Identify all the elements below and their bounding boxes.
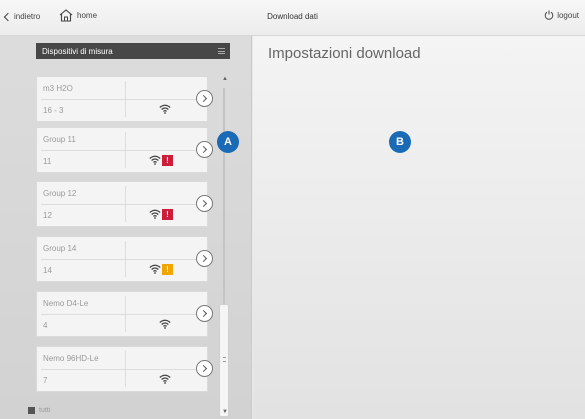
open-device-button[interactable]: [196, 305, 213, 322]
chevron-right-icon: [199, 364, 208, 373]
card-divider: [41, 204, 203, 205]
card-divider: [125, 132, 126, 168]
open-device-button[interactable]: [196, 90, 213, 107]
legend-label: tutti: [39, 407, 51, 414]
grip-icon: [223, 357, 226, 362]
scroll-down-icon[interactable]: ▼: [222, 409, 228, 415]
device-card[interactable]: Nemo D4-Le 4: [36, 291, 213, 337]
device-id: 14: [43, 266, 52, 275]
logout-label: logout: [557, 10, 579, 20]
device-id: 16 - 3: [43, 106, 64, 115]
card-divider: [41, 99, 203, 100]
card-divider: [41, 150, 203, 151]
device-name: m3 H2O: [43, 84, 73, 93]
scroll-thumb[interactable]: ▼: [219, 304, 229, 417]
open-device-button[interactable]: [196, 250, 213, 267]
legend-square-icon: [28, 407, 35, 414]
wifi-icon: [149, 155, 161, 165]
device-card[interactable]: Nemo 96HD-Le 7: [36, 346, 213, 392]
device-id: 11: [43, 157, 52, 166]
logout-button[interactable]: logout: [544, 10, 579, 20]
device-id: 4: [43, 321, 48, 330]
device-panel: Dispositivi di misura m3 H2O 16 - 3 Grou…: [0, 36, 252, 419]
device-name: Group 11: [43, 135, 76, 144]
open-device-button[interactable]: [196, 360, 213, 377]
alert-badge: !: [162, 155, 173, 166]
device-card[interactable]: Group 11 11 !: [36, 127, 213, 173]
device-id: 12: [43, 211, 52, 220]
card-divider: [125, 351, 126, 387]
card-divider: [41, 259, 203, 260]
open-device-button[interactable]: [196, 141, 213, 158]
panel-header: Dispositivi di misura: [36, 43, 230, 59]
wifi-icon: [149, 264, 161, 274]
device-name: Group 14: [43, 244, 77, 253]
menu-icon[interactable]: [218, 48, 225, 54]
chevron-right-icon: [199, 254, 208, 263]
top-bar: indietro home Download dati logout: [0, 0, 585, 36]
legend-all[interactable]: tutti: [28, 407, 50, 414]
device-card[interactable]: Group 12 12 !: [36, 181, 213, 227]
marker-b: B: [389, 131, 411, 153]
main-area: Impostazioni download: [253, 36, 585, 419]
chevron-right-icon: [199, 199, 208, 208]
power-icon: [544, 10, 554, 20]
wifi-icon: [159, 319, 171, 329]
device-name: Nemo 96HD-Le: [43, 354, 99, 363]
device-name: Group 12: [43, 189, 77, 198]
wifi-icon: [159, 104, 171, 114]
device-card[interactable]: m3 H2O 16 - 3: [36, 76, 213, 122]
card-divider: [125, 186, 126, 222]
wifi-icon: [149, 209, 161, 219]
wifi-icon: [159, 374, 171, 384]
card-divider: [125, 241, 126, 277]
chevron-right-icon: [199, 309, 208, 318]
device-card[interactable]: Group 14 14 !: [36, 236, 213, 282]
marker-a: A: [217, 131, 239, 153]
open-device-button[interactable]: [196, 195, 213, 212]
panel-header-label: Dispositivi di misura: [42, 47, 113, 56]
card-divider: [125, 81, 126, 117]
chevron-right-icon: [199, 94, 208, 103]
scrollbar[interactable]: ▲ ▼: [219, 76, 229, 417]
card-divider: [125, 296, 126, 332]
scroll-up-icon[interactable]: ▲: [222, 76, 228, 82]
card-divider: [41, 314, 203, 315]
alert-badge: !: [162, 209, 173, 220]
main-title: Impostazioni download: [268, 45, 421, 62]
card-divider: [41, 369, 203, 370]
device-name: Nemo D4-Le: [43, 299, 89, 308]
chevron-right-icon: [199, 145, 208, 154]
device-id: 7: [43, 376, 48, 385]
page-title: Download dati: [267, 12, 318, 21]
alert-badge: !: [162, 264, 173, 275]
